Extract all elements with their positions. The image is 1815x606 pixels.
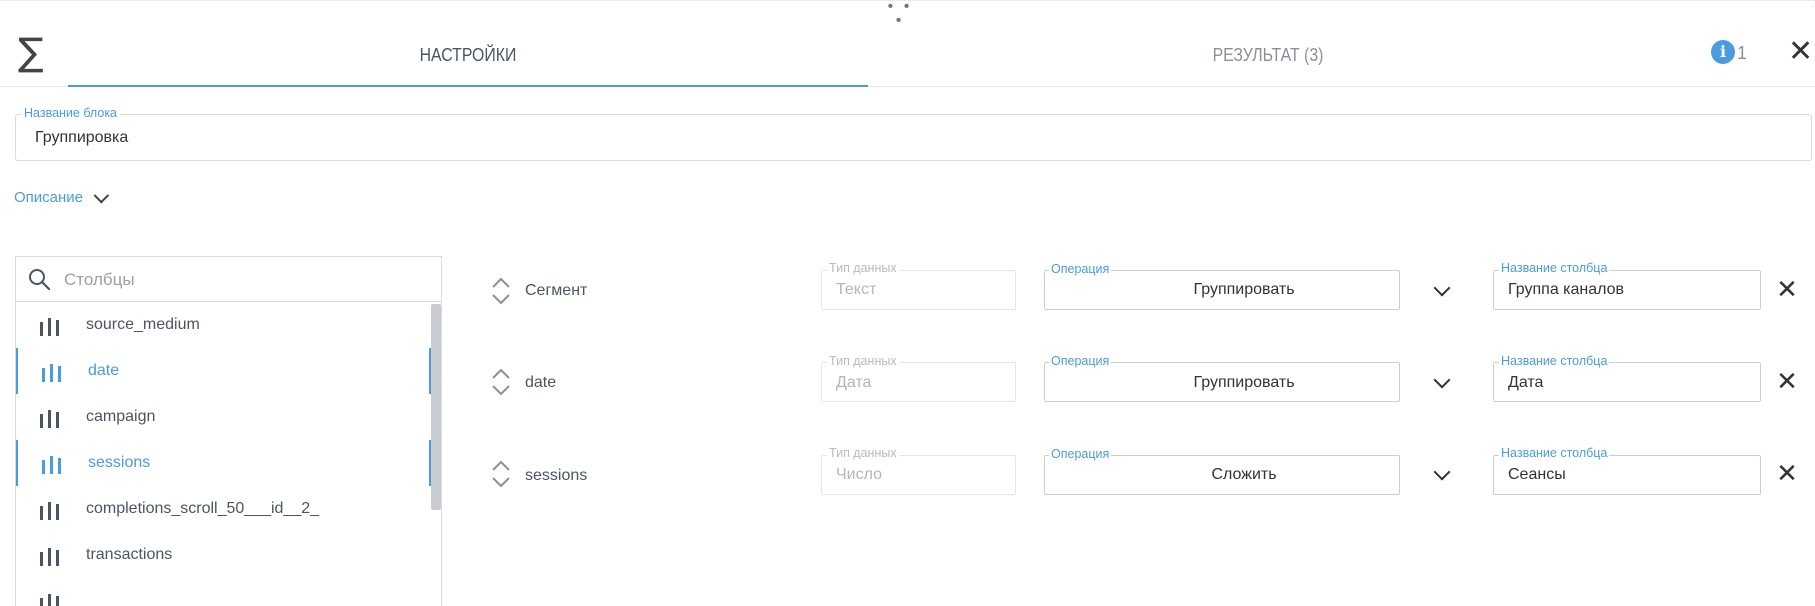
- list-item-completions[interactable]: completions_scroll_50___id__2_: [16, 486, 431, 532]
- column-name-label: Название столбца: [1499, 261, 1610, 275]
- list-item-label: transactions: [86, 546, 173, 563]
- data-type-label: Тип данных: [827, 446, 899, 460]
- data-type-value: Дата: [836, 374, 872, 391]
- column-icon: [40, 544, 64, 566]
- column-name-value[interactable]: Сеансы: [1508, 465, 1566, 485]
- operation-value: Группировать: [1193, 281, 1295, 298]
- column-icon: [42, 452, 66, 474]
- list-item-label: completions_scroll_50___id__2_: [86, 500, 320, 517]
- list-item-label: campaign: [86, 408, 156, 425]
- sort-handle-icon[interactable]: [490, 459, 512, 489]
- operation-value: Группировать: [1193, 374, 1295, 391]
- sort-handle-icon[interactable]: [490, 367, 512, 397]
- column-name-label: Название столбца: [1499, 354, 1610, 368]
- active-tab-indicator: [68, 85, 868, 87]
- search-icon: [29, 269, 50, 290]
- columns-scrollbar[interactable]: [431, 304, 441, 510]
- operation-label: Операция: [1049, 447, 1112, 461]
- block-name-field[interactable]: [15, 114, 1812, 161]
- info-count: 1: [1737, 43, 1748, 63]
- column-icon: [40, 498, 64, 520]
- remove-row-icon[interactable]: ✕: [1776, 277, 1798, 303]
- operation-label: Операция: [1049, 262, 1112, 276]
- column-icon: [42, 360, 66, 382]
- tab-result[interactable]: РЕЗУЛЬТАТ (3): [916, 40, 1620, 70]
- data-type-value: Текст: [836, 281, 877, 298]
- column-icon: [40, 406, 64, 428]
- list-item-label: date: [88, 362, 120, 379]
- row-source-name: Сегмент: [525, 282, 588, 299]
- info-icon[interactable]: i: [1711, 40, 1735, 64]
- drag-handle[interactable]: • • •: [880, 0, 920, 29]
- close-icon[interactable]: ✕: [1788, 37, 1815, 67]
- row-source-name: sessions: [525, 467, 588, 484]
- operation-value: Сложить: [1211, 466, 1277, 483]
- remove-row-icon[interactable]: ✕: [1776, 461, 1798, 487]
- data-type-label: Тип данных: [827, 354, 899, 368]
- list-item-partial[interactable]: [16, 578, 431, 606]
- sort-handle-icon[interactable]: [490, 276, 512, 306]
- column-name-value[interactable]: Дата: [1508, 373, 1543, 393]
- data-type-value: Число: [836, 466, 883, 483]
- list-item-campaign[interactable]: campaign: [16, 394, 431, 440]
- remove-row-icon[interactable]: ✕: [1776, 369, 1798, 395]
- column-name-label: Название столбца: [1499, 446, 1610, 460]
- block-name-label: Название блока: [21, 106, 121, 120]
- tab-settings[interactable]: НАСТРОЙКИ: [116, 40, 820, 70]
- sigma-icon: ∑: [18, 30, 44, 74]
- block-name-value[interactable]: Группировка: [35, 129, 128, 147]
- list-item-source-medium[interactable]: source_medium: [16, 302, 431, 348]
- column-icon: [40, 314, 64, 336]
- chevron-down-icon: [93, 187, 110, 203]
- columns-search-input[interactable]: [62, 263, 426, 297]
- data-type-label: Тип данных: [827, 261, 899, 275]
- list-item-date[interactable]: date: [16, 348, 431, 394]
- columns-list: source_medium date campaign sessions com…: [15, 302, 442, 606]
- column-name-value[interactable]: Группа каналов: [1508, 280, 1624, 300]
- column-icon: [40, 590, 64, 606]
- list-item-label: source_medium: [86, 316, 200, 333]
- operation-label: Операция: [1049, 354, 1112, 368]
- description-toggle[interactable]: Описание: [14, 187, 110, 208]
- list-item-label: sessions: [88, 454, 151, 471]
- row-source-name: date: [525, 374, 557, 391]
- list-item-sessions[interactable]: sessions: [16, 440, 431, 486]
- description-label: Описание: [14, 189, 84, 206]
- list-item-transactions[interactable]: transactions: [16, 532, 431, 578]
